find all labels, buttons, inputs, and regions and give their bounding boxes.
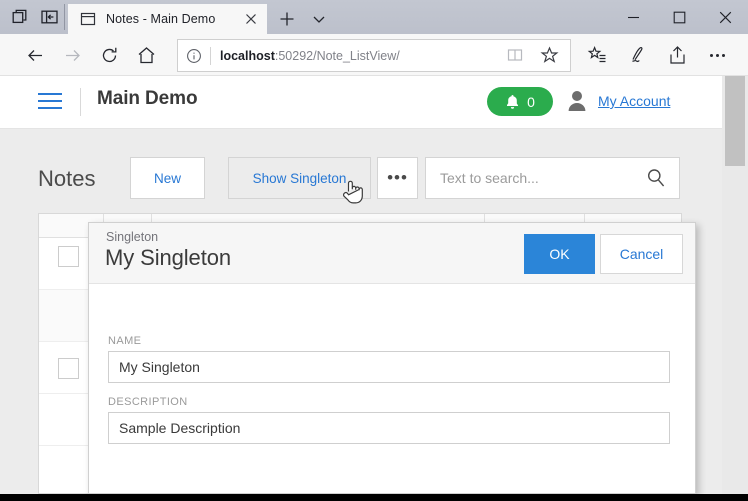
bell-icon [505, 94, 520, 110]
dialog-body: NAME DESCRIPTION [89, 284, 695, 493]
description-label: DESCRIPTION [108, 396, 188, 408]
browser-window: Notes - Main Demo localhost:50292/Note_L… [0, 0, 748, 494]
refresh-icon[interactable] [96, 42, 122, 68]
dialog-header: Singleton My Singleton OK Cancel [89, 223, 695, 284]
info-icon[interactable] [186, 48, 202, 64]
titlebar-divider [64, 4, 65, 30]
show-singleton-button[interactable]: Show Singleton [228, 157, 371, 199]
forward-arrow-icon[interactable] [59, 42, 85, 68]
name-label: NAME [108, 335, 142, 347]
web-note-icon[interactable] [624, 42, 650, 68]
back-arrow-icon[interactable] [22, 42, 48, 68]
address-path: :50292/Note_ListView/ [274, 48, 400, 63]
star-icon[interactable] [540, 45, 560, 66]
settings-more-icon[interactable] [704, 42, 730, 68]
tab-preview-icon[interactable] [10, 7, 30, 27]
search-box[interactable] [425, 157, 680, 199]
description-input[interactable] [108, 412, 670, 444]
my-account-link[interactable]: My Account [598, 93, 670, 109]
name-input[interactable] [108, 351, 670, 383]
new-button[interactable]: New [130, 157, 205, 199]
page-scrollbar[interactable] [722, 76, 748, 494]
app-header: Main Demo 0 My Account [0, 76, 722, 129]
cancel-button[interactable]: Cancel [600, 234, 683, 274]
app-title: Main Demo [97, 88, 198, 109]
window-controls [610, 0, 748, 34]
screenshot-root: Notes - Main Demo localhost:50292/Note_L… [0, 0, 748, 501]
address-host: localhost [220, 48, 275, 63]
row-checkbox[interactable] [58, 246, 79, 267]
window-icon [80, 11, 96, 27]
address-text: localhost:50292/Note_ListView/ [220, 49, 506, 63]
singleton-dialog: Singleton My Singleton OK Cancel NAME DE… [88, 222, 696, 494]
address-bar[interactable]: localhost:50292/Note_ListView/ [177, 39, 571, 72]
scrollbar-thumb[interactable] [725, 76, 745, 166]
close-button[interactable] [702, 0, 748, 34]
dialog-kicker: Singleton [106, 230, 159, 244]
address-divider [210, 46, 211, 65]
set-aside-tabs-icon[interactable] [40, 7, 60, 27]
maximize-button[interactable] [656, 0, 702, 34]
favorites-hub-icon[interactable] [584, 42, 610, 68]
notifications-badge[interactable]: 0 [487, 87, 553, 116]
minimize-button[interactable] [610, 0, 656, 34]
chevron-down-icon[interactable] [309, 9, 329, 29]
name-field-group: NAME [108, 335, 670, 383]
search-input[interactable] [438, 169, 645, 187]
ok-button[interactable]: OK [524, 234, 595, 274]
browser-titlebar: Notes - Main Demo [0, 0, 748, 34]
overflow-menu-button[interactable]: ••• [377, 157, 418, 199]
notifications-count: 0 [527, 93, 535, 110]
search-icon[interactable] [645, 167, 667, 189]
description-field-group: DESCRIPTION [108, 396, 670, 444]
close-icon[interactable] [243, 11, 259, 27]
home-icon[interactable] [133, 42, 159, 68]
person-icon[interactable] [566, 89, 588, 114]
dialog-title: My Singleton [105, 245, 231, 270]
hamburger-icon[interactable] [38, 93, 62, 111]
book-icon[interactable] [506, 46, 526, 66]
header-divider [80, 88, 81, 116]
row-checkbox[interactable] [58, 358, 79, 379]
new-tab-button[interactable] [277, 9, 297, 29]
browser-tab[interactable]: Notes - Main Demo [68, 4, 267, 34]
page-title: Notes [38, 166, 96, 191]
tab-title: Notes - Main Demo [106, 12, 216, 26]
share-icon[interactable] [664, 42, 690, 68]
